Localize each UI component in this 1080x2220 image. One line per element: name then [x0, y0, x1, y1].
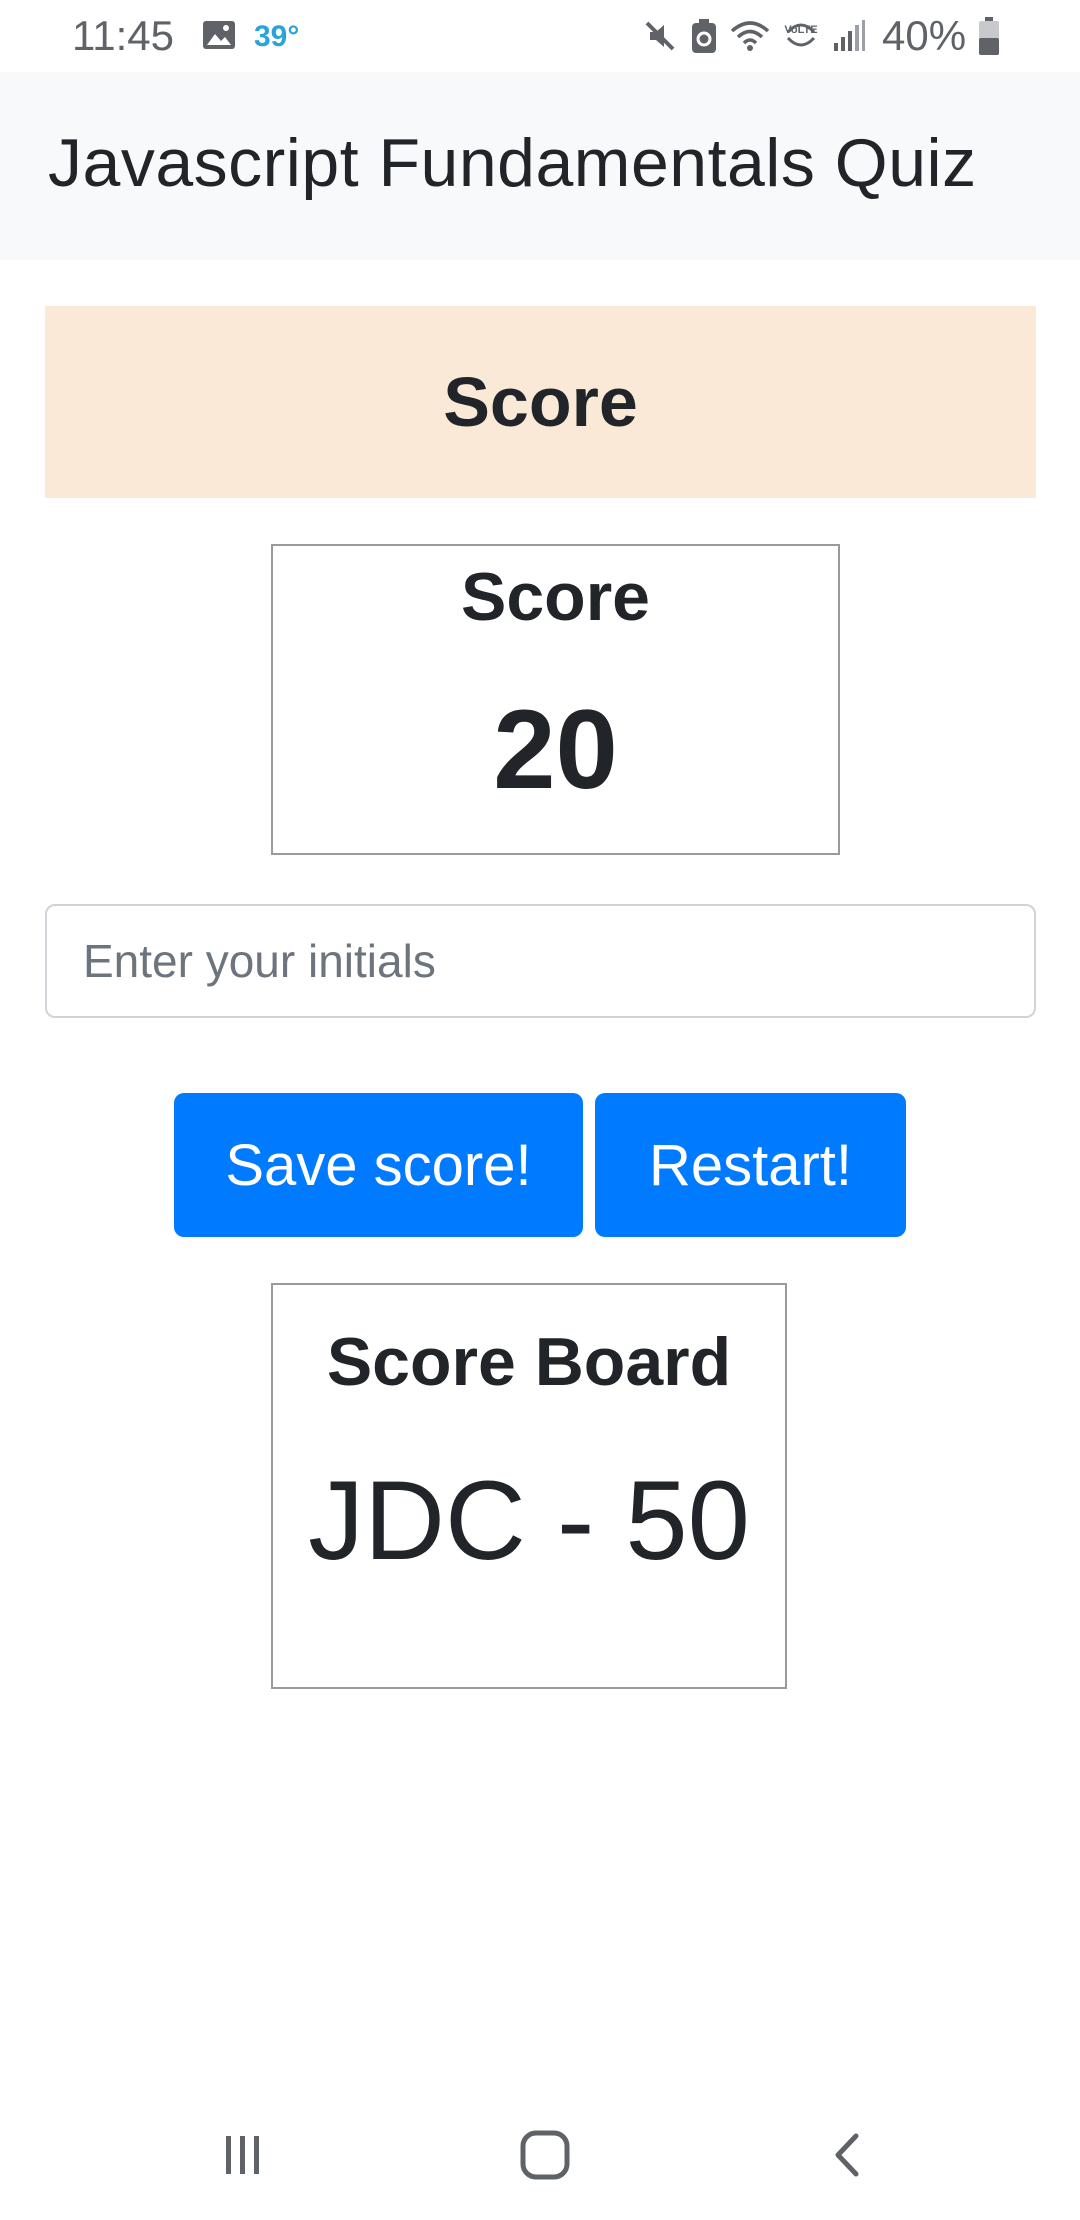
status-icons: VoLTE 40% [642, 12, 1000, 59]
score-board-entry: JDC - 50 [308, 1458, 750, 1583]
app-title[interactable]: Javascript Fundamentals Quiz [48, 124, 977, 202]
score-label: Score [461, 559, 650, 635]
home-icon[interactable] [505, 2120, 585, 2190]
volte-icon: VoLTE [782, 18, 820, 54]
battery-icon [978, 16, 1000, 56]
score-board: Score Board JDC - 50 [271, 1283, 787, 1689]
back-icon[interactable] [808, 2120, 888, 2190]
status-time: 11:45 [72, 12, 174, 59]
score-board-label: Score Board [326, 1324, 732, 1400]
navbar: Javascript Fundamentals Quiz [0, 72, 1080, 260]
recents-icon[interactable] [203, 2120, 283, 2190]
status-bar: 11:45 39° VoLTE 40% [0, 0, 1080, 72]
system-navigation-bar [0, 2080, 1080, 2220]
restart-button[interactable]: Restart! [595, 1093, 906, 1237]
mute-icon [642, 18, 678, 54]
score-header: Score [45, 306, 1036, 498]
save-score-button[interactable]: Save score! [174, 1093, 583, 1237]
score-card: Score 20 [271, 544, 840, 855]
image-icon [202, 20, 236, 50]
score-value: 20 [493, 687, 618, 812]
temperature: 39° [254, 20, 300, 53]
battery-percentage: 40% [882, 12, 967, 59]
initials-input[interactable] [45, 904, 1036, 1018]
signal-icon [832, 19, 866, 53]
wifi-icon [730, 19, 770, 53]
battery-saver-icon [690, 18, 718, 54]
